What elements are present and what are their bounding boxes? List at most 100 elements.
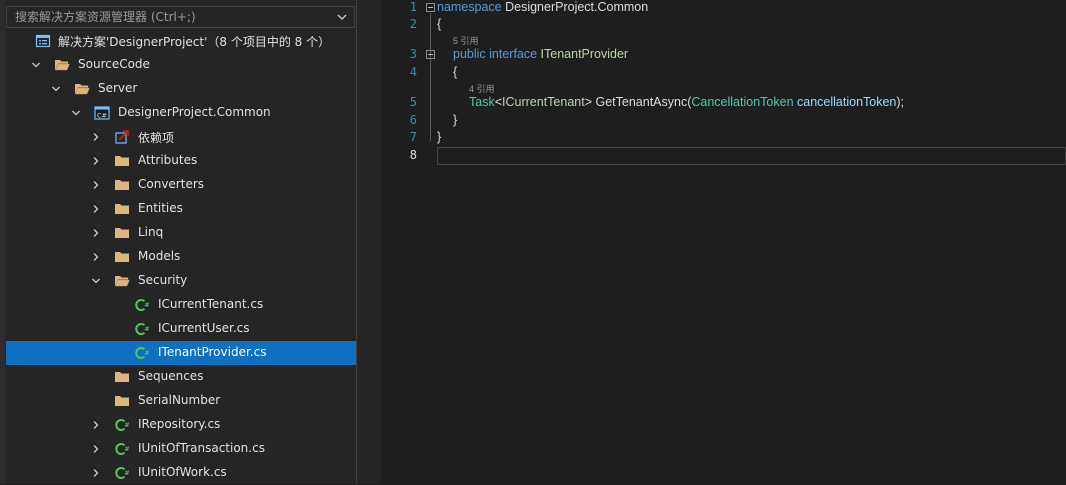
- outline-guide: [430, 60, 431, 122]
- search-input[interactable]: [15, 10, 315, 24]
- collapse-toggle-icon[interactable]: [426, 3, 435, 12]
- line-number: 3: [409, 47, 417, 61]
- line-number: 1: [409, 0, 417, 14]
- svg-text:C#: C#: [97, 111, 107, 119]
- code-editor[interactable]: 1 2 3 4 5 6 7 8 namespace DesignerProjec…: [357, 0, 1066, 484]
- tree-item-sequences[interactable]: Sequences: [6, 365, 356, 389]
- tree-item-solution[interactable]: 解决方案'DesignerProject'（8 个项目中的 8 个）: [6, 29, 356, 53]
- folder-open-icon: [74, 84, 90, 95]
- chevron-right-icon[interactable]: [91, 180, 101, 190]
- tree-item-security[interactable]: Security: [6, 269, 356, 293]
- csharp-file-icon: #: [135, 323, 150, 335]
- chevron-right-icon[interactable]: [91, 156, 101, 166]
- codelens-references[interactable]: 5 引用: [453, 34, 479, 47]
- tree-item-irepository[interactable]: # IRepository.cs: [6, 413, 356, 437]
- tree-item-serialnumber[interactable]: SerialNumber: [6, 389, 356, 413]
- code-line-7[interactable]: }: [437, 130, 441, 144]
- chevron-right-icon[interactable]: [91, 132, 101, 142]
- chevron-down-icon[interactable]: [31, 60, 41, 70]
- tree-item-label: Converters: [138, 177, 205, 191]
- folder-icon: [115, 372, 129, 382]
- svg-text:#: #: [144, 325, 149, 333]
- chevron-right-icon[interactable]: [91, 204, 101, 214]
- chevron-down-icon[interactable]: [71, 108, 81, 118]
- current-line-highlight[interactable]: [437, 147, 1066, 165]
- solution-explorer: 解决方案'DesignerProject'（8 个项目中的 8 个） Sourc…: [0, 0, 356, 484]
- csharp-file-icon: #: [115, 467, 130, 479]
- csharp-file-icon: #: [115, 443, 130, 455]
- tree-item-label: Attributes: [138, 153, 198, 167]
- namespace-name: DesignerProject.Common: [501, 0, 649, 14]
- tree-item-label: Models: [138, 249, 181, 263]
- brace: }: [437, 130, 442, 144]
- chevron-down-icon[interactable]: [51, 84, 61, 94]
- tree-item-linq[interactable]: Linq: [6, 221, 356, 245]
- line-number: 4: [409, 65, 417, 79]
- tree-item-label: Security: [138, 273, 188, 287]
- code-line-1[interactable]: namespace DesignerProject.Common: [437, 0, 648, 14]
- tree-item-server[interactable]: Server: [6, 77, 356, 101]
- code-line-4[interactable]: {: [453, 65, 457, 79]
- code-line-6[interactable]: }: [453, 113, 457, 127]
- line-number: 6: [409, 113, 417, 127]
- chevron-right-icon[interactable]: [91, 468, 101, 478]
- chevron-right-icon[interactable]: [91, 444, 101, 454]
- codelens-references[interactable]: 4 引用: [469, 82, 495, 95]
- tree-item-label: SerialNumber: [138, 393, 221, 407]
- svg-text:#: #: [124, 445, 129, 453]
- tree-item-iunitofwork[interactable]: # IUnitOfWork.cs: [6, 461, 356, 485]
- tree-item-label: IUnitOfTransaction.cs: [138, 441, 265, 455]
- tree-item-models[interactable]: Models: [6, 245, 356, 269]
- method-name: GetTenantAsync(: [592, 95, 692, 109]
- chevron-right-icon[interactable]: [91, 228, 101, 238]
- tree-item-dependencies[interactable]: 依赖项: [6, 125, 356, 149]
- tree-item-label: ICurrentUser.cs: [158, 321, 250, 335]
- tree-item-itenantprovider[interactable]: # ITenantProvider.cs: [6, 341, 356, 365]
- brace: }: [453, 113, 458, 127]
- code-line-3[interactable]: public interface ITenantProvider: [453, 47, 628, 61]
- tree-item-entities[interactable]: Entities: [6, 197, 356, 221]
- code-line-2[interactable]: {: [437, 17, 441, 31]
- chevron-down-icon[interactable]: [336, 11, 348, 23]
- svg-text:#: #: [124, 421, 129, 429]
- tree-item-label: Sequences: [138, 369, 204, 383]
- tree-item-label: SourceCode: [78, 57, 150, 71]
- svg-text:#: #: [144, 301, 149, 309]
- folder-open-icon: [54, 60, 70, 71]
- tree-item-iunitoftransaction[interactable]: # IUnitOfTransaction.cs: [6, 437, 356, 461]
- tree-item-label: Entities: [138, 201, 183, 215]
- brace: {: [453, 65, 458, 79]
- folder-icon: [115, 252, 129, 262]
- search-box[interactable]: [6, 6, 355, 28]
- tree-item-label: ITenantProvider.cs: [158, 345, 267, 359]
- csharp-file-icon: #: [135, 299, 150, 311]
- tree-item-icurrentuser[interactable]: # ICurrentUser.cs: [6, 317, 356, 341]
- dependencies-icon: [115, 130, 129, 144]
- tree-item-attributes[interactable]: Attributes: [6, 149, 356, 173]
- type-name: Task: [469, 95, 495, 109]
- tree-item-sourcecode[interactable]: SourceCode: [6, 53, 356, 77]
- tree-item-converters[interactable]: Converters: [6, 173, 356, 197]
- chevron-down-icon[interactable]: [91, 276, 101, 286]
- folder-icon: [115, 396, 129, 406]
- tree-item-label: IUnitOfWork.cs: [138, 465, 227, 479]
- brace: {: [437, 17, 442, 31]
- punctuation: >: [584, 95, 593, 109]
- csharp-file-icon: #: [115, 419, 130, 431]
- tree-item-icurrenttenant[interactable]: # ICurrentTenant.cs: [6, 293, 356, 317]
- tree-item-label: ICurrentTenant.cs: [158, 297, 264, 311]
- tree-item-label: IRepository.cs: [138, 417, 221, 431]
- tree-item-project[interactable]: C# DesignerProject.Common: [6, 101, 356, 125]
- tree-item-label: DesignerProject.Common: [118, 105, 271, 119]
- code-line-5[interactable]: Task<ICurrentTenant> GetTenantAsync(Canc…: [469, 95, 904, 109]
- folder-open-icon: [114, 276, 130, 287]
- chevron-right-icon[interactable]: [91, 252, 101, 262]
- interface-name: ICurrentTenant: [502, 95, 585, 109]
- solution-icon: [35, 34, 51, 48]
- csharp-project-icon: C#: [94, 106, 110, 120]
- folder-icon: [115, 204, 129, 214]
- type-name: CancellationToken: [691, 95, 794, 109]
- collapse-toggle-icon[interactable]: [426, 50, 435, 59]
- tree-item-label: Server: [98, 81, 138, 95]
- chevron-right-icon[interactable]: [91, 420, 101, 430]
